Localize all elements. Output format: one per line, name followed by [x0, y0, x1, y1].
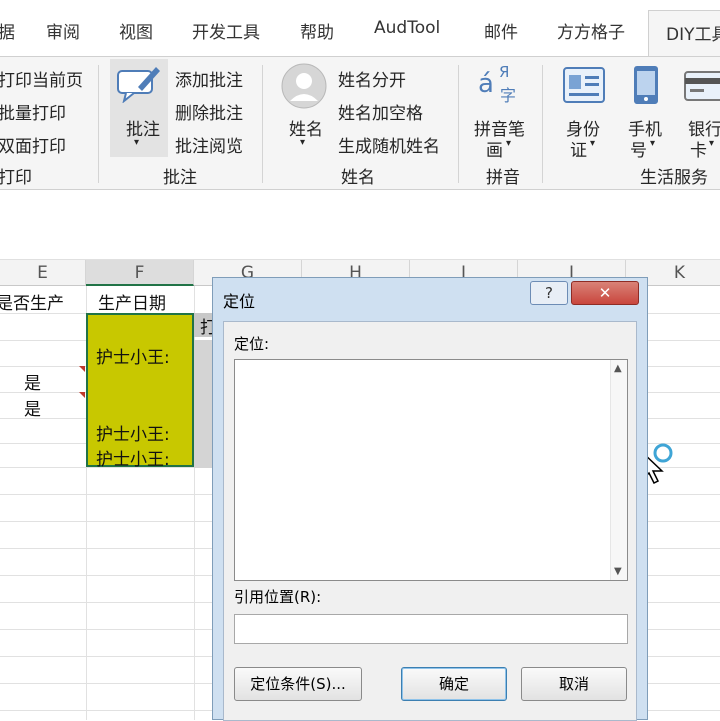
- print-group-label: 打印: [0, 168, 32, 188]
- tab-fangfang[interactable]: 方方格子: [557, 18, 625, 43]
- formula-bar-area: [0, 190, 720, 260]
- id-card-dropdown-icon: ▾: [590, 138, 596, 149]
- tab-mail[interactable]: 邮件: [484, 18, 518, 43]
- random-name[interactable]: 生成随机姓名: [338, 132, 440, 157]
- bank-card-dropdown-icon: ▾: [709, 138, 715, 149]
- tab-audtool[interactable]: AudTool: [374, 18, 440, 38]
- cell-f-nurse-1[interactable]: 护士小王:: [96, 343, 170, 368]
- comment-pen-icon: [117, 67, 160, 103]
- group-separator: [98, 65, 99, 183]
- tab-diy-tools[interactable]: DIY工具: [648, 10, 720, 58]
- cell-f-nurse-2[interactable]: 护士小王:: [96, 420, 170, 445]
- goto-listbox[interactable]: ▲ ▼: [234, 359, 628, 581]
- pinyin-icon: á: [478, 69, 494, 99]
- ribbon-panel: 打印当前页 批量打印 双面打印 打印 批注 ▾ 添加批注 删除批注 批注阅览 批…: [0, 56, 720, 190]
- phone-dropdown-icon: ▾: [650, 138, 656, 149]
- cell-e-yes-2[interactable]: 是: [24, 395, 41, 420]
- column-header-e[interactable]: E: [0, 260, 86, 286]
- dialog-title: 定位: [223, 292, 256, 311]
- view-comments[interactable]: 批注阅览: [175, 132, 243, 157]
- tab-data[interactable]: 据: [0, 18, 15, 43]
- name-dropdown-icon: ▾: [300, 137, 306, 148]
- help-button[interactable]: ?: [530, 281, 568, 305]
- column-header-f[interactable]: F: [86, 260, 194, 286]
- pinyin-icon-char: 字: [500, 86, 517, 105]
- ok-button[interactable]: 确定: [401, 667, 507, 701]
- cell-e-yes-1[interactable]: 是: [24, 369, 41, 394]
- scroll-down-icon[interactable]: ▼: [614, 566, 622, 577]
- mobile-phone-icon: [634, 66, 658, 104]
- pinyin-button-label2: 画: [486, 141, 503, 161]
- life-services-group-label: 生活服务: [640, 168, 708, 188]
- scroll-up-icon[interactable]: ▲: [614, 363, 622, 374]
- reference-label: 引用位置(R):: [234, 588, 322, 606]
- tab-view[interactable]: 视图: [119, 18, 153, 43]
- goto-dialog: 定位 ? ✕ 定位: ▲ ▼ 引用位置(R): 定位条件(S)... 确定 取消: [212, 277, 648, 721]
- cancel-button[interactable]: 取消: [521, 667, 627, 701]
- cell-e-header[interactable]: 是否生产: [0, 289, 64, 314]
- pinyin-dropdown-icon: ▾: [506, 138, 512, 149]
- dialog-body: 定位: ▲ ▼ 引用位置(R): 定位条件(S)... 确定 取消: [223, 321, 637, 721]
- name-group-label: 姓名: [341, 168, 375, 188]
- group-separator: [542, 65, 543, 183]
- comment-marker-icon: [79, 366, 85, 372]
- phone-button-label2: 号: [630, 141, 647, 161]
- reference-input[interactable]: [234, 614, 628, 644]
- bank-card-button-label2: 卡: [690, 141, 707, 161]
- tab-help[interactable]: 帮助: [300, 18, 334, 43]
- duplex-print[interactable]: 双面打印: [0, 132, 66, 157]
- person-avatar-icon: [281, 63, 327, 109]
- comment-dropdown-icon: ▾: [134, 137, 140, 148]
- name-add-space[interactable]: 姓名加空格: [338, 99, 423, 124]
- pinyin-group-label: 拼音: [486, 168, 520, 188]
- listbox-scrollbar[interactable]: ▲ ▼: [610, 360, 627, 580]
- cell-f-nurse-3[interactable]: 护士小王:: [96, 445, 170, 470]
- tab-developer[interactable]: 开发工具: [192, 18, 260, 43]
- tab-review[interactable]: 审阅: [46, 18, 80, 43]
- bank-card-icon: [684, 71, 720, 101]
- group-separator: [262, 65, 263, 183]
- pinyin-icon-letter: Я: [499, 63, 510, 81]
- add-comment[interactable]: 添加批注: [175, 66, 243, 91]
- id-card-button-label2: 证: [570, 141, 587, 161]
- special-button[interactable]: 定位条件(S)...: [234, 667, 362, 701]
- ribbon-tabs: 据 审阅 视图 开发工具 帮助 AudTool 邮件 方方格子 DIY工具: [0, 0, 720, 58]
- name-button-label[interactable]: 姓名: [289, 115, 323, 140]
- goto-label: 定位:: [234, 335, 270, 353]
- group-separator: [458, 65, 459, 183]
- split-name[interactable]: 姓名分开: [338, 66, 406, 91]
- comment-marker-icon: [79, 392, 85, 398]
- cell-f-header[interactable]: 生产日期: [98, 289, 166, 314]
- comment-button-label: 批注: [126, 120, 160, 140]
- comment-group-label: 批注: [163, 168, 197, 188]
- delete-comment[interactable]: 删除批注: [175, 99, 243, 124]
- close-button[interactable]: ✕: [571, 281, 639, 305]
- gray-column-strip: [194, 340, 212, 468]
- print-current-page[interactable]: 打印当前页: [0, 66, 83, 91]
- batch-print[interactable]: 批量打印: [0, 99, 66, 124]
- id-card-icon: [563, 67, 605, 103]
